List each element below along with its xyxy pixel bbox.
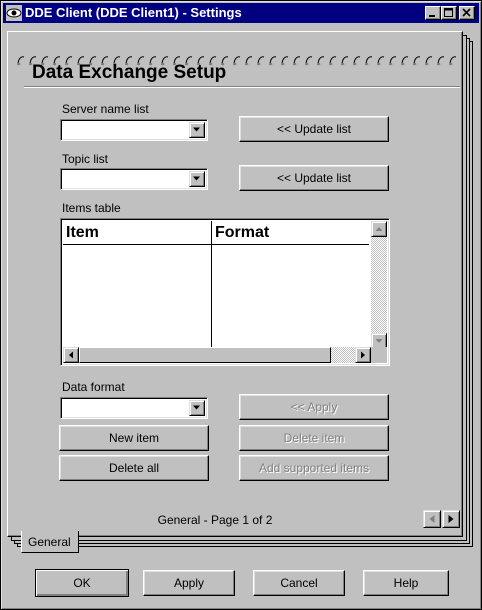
- scroll-up-button[interactable]: [371, 221, 387, 237]
- scrollbar-corner: [371, 347, 387, 363]
- chevron-down-icon: [193, 127, 200, 132]
- arrow-down-icon: [375, 339, 383, 343]
- delete-all-button[interactable]: Delete all: [59, 455, 209, 481]
- chevron-down-icon: [193, 176, 200, 181]
- arrow-right-icon: [361, 351, 365, 359]
- arrow-left-icon: [429, 515, 435, 523]
- apply-format-button[interactable]: << Apply: [239, 394, 389, 420]
- update-server-list-button[interactable]: << Update list: [239, 116, 389, 142]
- previous-page-button[interactable]: [423, 510, 441, 528]
- maximize-button[interactable]: [441, 6, 457, 20]
- close-icon: [462, 8, 471, 17]
- heading-divider: [24, 86, 460, 88]
- arrow-right-icon: [448, 515, 454, 523]
- vertical-scrollbar[interactable]: [371, 221, 387, 349]
- help-button[interactable]: Help: [363, 570, 449, 596]
- delete-item-button[interactable]: Delete item: [239, 425, 389, 451]
- tab-general[interactable]: General: [21, 531, 79, 553]
- items-table-label: Items table: [62, 201, 121, 215]
- minimize-icon: [429, 15, 435, 17]
- apply-button[interactable]: Apply: [143, 570, 235, 596]
- tab-general-label: General: [28, 535, 71, 549]
- ok-button[interactable]: OK: [35, 569, 129, 597]
- arrow-left-icon: [69, 351, 73, 359]
- topic-list-label: Topic list: [62, 152, 109, 166]
- notebook: Data Exchange Setup Server name list << …: [7, 31, 463, 537]
- title-bar[interactable]: DDE Client (DDE Client1) - Settings: [3, 3, 479, 23]
- scroll-left-button[interactable]: [63, 347, 79, 363]
- horizontal-scroll-track[interactable]: [331, 347, 355, 363]
- topic-list-combo[interactable]: [60, 168, 208, 190]
- window-title: DDE Client (DDE Client1) - Settings: [25, 5, 242, 20]
- column-divider[interactable]: [211, 221, 212, 349]
- server-name-label: Server name list: [62, 102, 149, 116]
- update-topic-list-button[interactable]: << Update list: [239, 165, 389, 191]
- data-format-combo[interactable]: [60, 397, 208, 419]
- page-status: General - Page 1 of 2: [157, 513, 273, 527]
- horizontal-scroll-thumb[interactable]: [79, 347, 331, 363]
- app-eye-icon[interactable]: [6, 5, 22, 21]
- page-heading: Data Exchange Setup: [32, 62, 227, 83]
- arrow-up-icon: [375, 227, 383, 231]
- items-table[interactable]: Item Format: [60, 218, 390, 366]
- close-button[interactable]: [459, 6, 475, 20]
- next-page-button[interactable]: [442, 510, 460, 528]
- maximize-icon: [444, 8, 453, 17]
- settings-window: DDE Client (DDE Client1) - Settings Data…: [0, 0, 482, 610]
- scroll-right-button[interactable]: [355, 347, 371, 363]
- topic-list-dropdown-button[interactable]: [189, 171, 205, 187]
- server-name-combo[interactable]: [60, 119, 208, 141]
- server-name-dropdown-button[interactable]: [189, 122, 205, 138]
- minimize-button[interactable]: [425, 6, 441, 20]
- cancel-button[interactable]: Cancel: [253, 570, 345, 596]
- data-format-label: Data format: [62, 380, 125, 394]
- column-header-format[interactable]: Format: [212, 221, 369, 245]
- horizontal-scrollbar[interactable]: [63, 347, 371, 363]
- chevron-down-icon: [193, 405, 200, 410]
- add-supported-items-button[interactable]: Add supported items: [239, 455, 389, 481]
- data-format-dropdown-button[interactable]: [189, 400, 205, 416]
- column-header-item[interactable]: Item: [63, 221, 211, 245]
- new-item-button[interactable]: New item: [59, 425, 209, 451]
